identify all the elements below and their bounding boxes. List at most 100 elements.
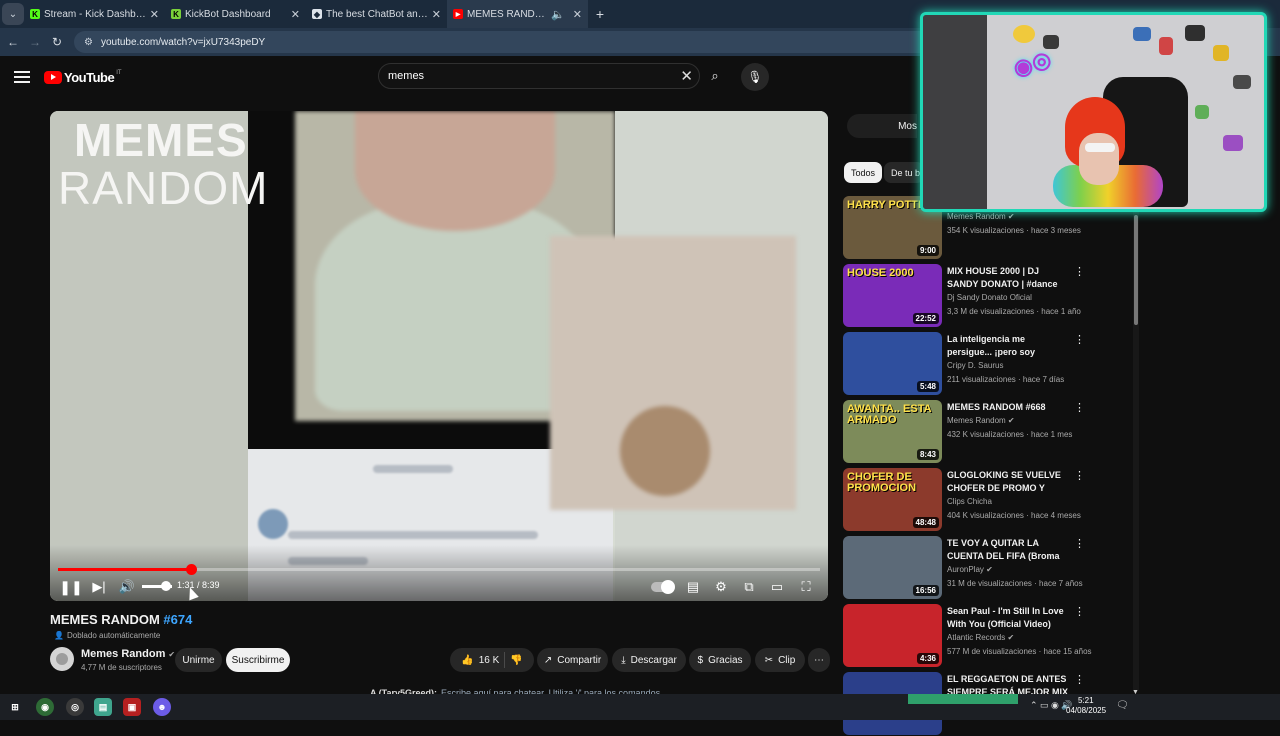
menu-hamburger-icon[interactable] xyxy=(14,71,30,83)
channel-name[interactable]: Memes Random ✔ xyxy=(81,648,175,660)
channel-name-text: Memes Random xyxy=(947,416,1006,425)
progress-bar[interactable] xyxy=(58,564,820,575)
chrome-icon[interactable]: ◉ xyxy=(36,698,54,716)
youtube-logo[interactable]: YouTube IT xyxy=(44,70,122,85)
sidebar-top-pill[interactable]: Mos xyxy=(847,114,917,138)
new-tab-plus-icon[interactable]: + xyxy=(588,6,612,22)
fullscreen-button[interactable]: ⛶ xyxy=(797,578,815,596)
more-actions-button[interactable]: ⋯ xyxy=(808,648,830,672)
close-icon[interactable]: ✕ xyxy=(291,8,300,21)
browser-tab-chatbot[interactable]: ◆ The best ChatBot and Widgets ✕ xyxy=(306,0,447,28)
download-button[interactable]: ⤓ Descargar xyxy=(612,648,686,672)
close-icon[interactable]: ✕ xyxy=(150,8,159,21)
recommendation-item[interactable]: 4:36 Sean Paul - I'm Still In Love With Y… xyxy=(843,604,1133,668)
obs-icon[interactable]: ◎ xyxy=(66,698,84,716)
clip-button[interactable]: ✂ Clip xyxy=(755,648,805,672)
more-vertical-icon[interactable]: ⋮ xyxy=(1074,265,1085,278)
thanks-button[interactable]: $ Gracias xyxy=(689,648,751,672)
video-thumbnail[interactable]: 4:36 xyxy=(843,604,942,667)
more-vertical-icon[interactable]: ⋮ xyxy=(1074,673,1085,686)
reload-icon[interactable]: ↻ xyxy=(46,35,68,49)
channel-name[interactable]: Clips Chicha xyxy=(947,497,992,506)
recommendation-item[interactable]: HOUSE 2000 22:52 MIX HOUSE 2000 | DJ SANDY… xyxy=(843,264,1133,328)
thumbnail-overlay-text: CHOFER DE PROMOCION xyxy=(847,471,917,494)
speaker-icon[interactable]: 🔈 xyxy=(551,8,565,21)
search-button[interactable]: ⌕ xyxy=(700,63,730,89)
sidebar-scrollbar[interactable]: ▼ xyxy=(1132,210,1139,696)
notification-icon[interactable]: 🗨 xyxy=(1116,700,1129,711)
recommendation-item[interactable]: AWANTA.. ESTA ARMADO 8:43 MEMES RANDOM #66… xyxy=(843,400,1133,464)
voice-search-button[interactable]: 🎙 xyxy=(741,63,769,91)
video-thumbnail[interactable]: 5:48 xyxy=(843,332,942,395)
video-player[interactable]: MEMES RANDOM ❚❚ ▶| 🔊 1:31 / 8:39 ▤ ⚙ ⧉ ▭… xyxy=(50,111,828,601)
video-title[interactable]: GLOGLOKING SE VUELVE CHOFER DE PROMO Y V… xyxy=(947,469,1069,495)
video-title[interactable]: La inteligencia me persigue... ¡pero soy… xyxy=(947,333,1069,359)
clear-search-icon[interactable]: ✕ xyxy=(680,67,693,85)
more-vertical-icon[interactable]: ⋮ xyxy=(1074,333,1085,346)
chip-from-search[interactable]: De tu búsqueda xyxy=(884,162,924,183)
channel-name[interactable]: Atlantic Records ✔ xyxy=(947,633,1014,642)
video-title[interactable]: MIX HOUSE 2000 | DJ SANDY DONATO | #danc… xyxy=(947,265,1069,291)
recommendation-item[interactable]: 5:48 La inteligencia me persigue... ¡pero… xyxy=(843,332,1133,396)
recommendation-item[interactable]: CHOFER DE PROMOCION 48:48 GLOGLOKING SE VU… xyxy=(843,468,1133,532)
channel-name[interactable]: AuronPlay ✔ xyxy=(947,565,993,574)
back-arrow-icon[interactable]: ← xyxy=(2,35,24,49)
channel-name[interactable]: Cripy D. Saurus xyxy=(947,361,1003,370)
video-title[interactable]: Sean Paul - I'm Still In Love With You (… xyxy=(947,605,1069,631)
streamer-face xyxy=(1079,133,1119,185)
miniplayer-button[interactable]: ⧉ xyxy=(740,578,758,596)
person-voice-icon: 👤 xyxy=(54,630,64,640)
more-vertical-icon[interactable]: ⋮ xyxy=(1074,537,1085,550)
more-horizontal-icon: ⋯ xyxy=(814,654,824,666)
progress-played xyxy=(58,568,192,571)
volume-icon: 🔊 xyxy=(118,579,136,594)
video-thumbnail[interactable]: AWANTA.. ESTA ARMADO 8:43 xyxy=(843,400,942,463)
tab-label: KickBot Dashboard xyxy=(185,8,271,20)
video-title-hashtag[interactable]: #674 xyxy=(163,612,192,627)
more-vertical-icon[interactable]: ⋮ xyxy=(1074,605,1085,618)
notepad-icon[interactable]: ▤ xyxy=(94,698,112,716)
site-info-icon[interactable]: ⚙ xyxy=(84,37,93,48)
video-thumbnail[interactable]: 16:56 xyxy=(843,536,942,599)
tab-search-chevron-icon[interactable]: ⌄ xyxy=(2,3,24,25)
browser-tab-kick-dashboard[interactable]: K Stream - Kick Dashboard ✕ xyxy=(24,0,165,28)
address-bar[interactable]: ⚙ youtube.com/watch?v=jxU7343peDY xyxy=(74,31,954,53)
more-vertical-icon[interactable]: ⋮ xyxy=(1074,401,1085,414)
video-title[interactable]: MEMES RANDOM #668 xyxy=(947,401,1069,414)
join-button[interactable]: Unirme xyxy=(175,648,222,672)
windows-start-icon[interactable]: ⊞ xyxy=(6,698,24,716)
video-thumbnail[interactable]: CHOFER DE PROMOCION 48:48 xyxy=(843,468,942,531)
red-app-icon[interactable]: ▣ xyxy=(123,698,141,716)
search-value: memes xyxy=(388,70,425,82)
channel-name[interactable]: Memes Random ✔ xyxy=(947,416,1015,425)
theater-mode-button[interactable]: ▭ xyxy=(768,578,786,596)
scrollbar-thumb[interactable] xyxy=(1134,215,1138,325)
subtitles-button[interactable]: ▤ xyxy=(684,578,702,596)
channel-avatar[interactable] xyxy=(50,647,74,671)
video-thumbnail[interactable]: HOUSE 2000 22:52 xyxy=(843,264,942,327)
mute-button[interactable]: 🔊 xyxy=(118,578,136,596)
forward-arrow-icon[interactable]: → xyxy=(24,35,46,49)
browser-tab-youtube[interactable]: ▶ MEMES RANDOM #674 - Yo 🔈 ✕ xyxy=(447,0,588,28)
like-button[interactable]: 👍 16 K xyxy=(461,655,499,666)
close-icon[interactable]: ✕ xyxy=(432,8,441,21)
recommendation-item[interactable]: 16:56 TE VOY A QUITAR LA CUENTA DEL FIFA … xyxy=(843,536,1133,600)
channel-name[interactable]: Dj Sandy Donato Oficial xyxy=(947,293,1032,302)
share-button[interactable]: ↗ Compartir xyxy=(537,648,608,672)
volume-handle[interactable] xyxy=(161,581,171,591)
subscribe-button[interactable]: Suscribirme xyxy=(226,648,290,672)
search-input[interactable]: memes ✕ xyxy=(378,63,700,89)
taskbar-clock[interactable]: 5:21 04/08/2025 xyxy=(1066,696,1106,716)
discord-icon[interactable]: ☻ xyxy=(153,698,171,716)
chip-all[interactable]: Todos xyxy=(844,162,883,183)
next-button[interactable]: ▶| xyxy=(90,578,108,596)
pause-button[interactable]: ❚❚ xyxy=(59,578,82,596)
dislike-button[interactable]: 👎 xyxy=(510,655,522,666)
autoplay-toggle[interactable] xyxy=(651,580,675,594)
settings-button[interactable]: ⚙ xyxy=(712,578,730,596)
close-icon[interactable]: ✕ xyxy=(573,8,582,21)
browser-tab-kickbot[interactable]: K KickBot Dashboard ✕ xyxy=(165,0,306,28)
video-title[interactable]: TE VOY A QUITAR LA CUENTA DEL FIFA (Brom… xyxy=(947,537,1069,563)
more-vertical-icon[interactable]: ⋮ xyxy=(1074,469,1085,482)
channel-name[interactable]: Memes Random ✔ xyxy=(947,212,1015,221)
